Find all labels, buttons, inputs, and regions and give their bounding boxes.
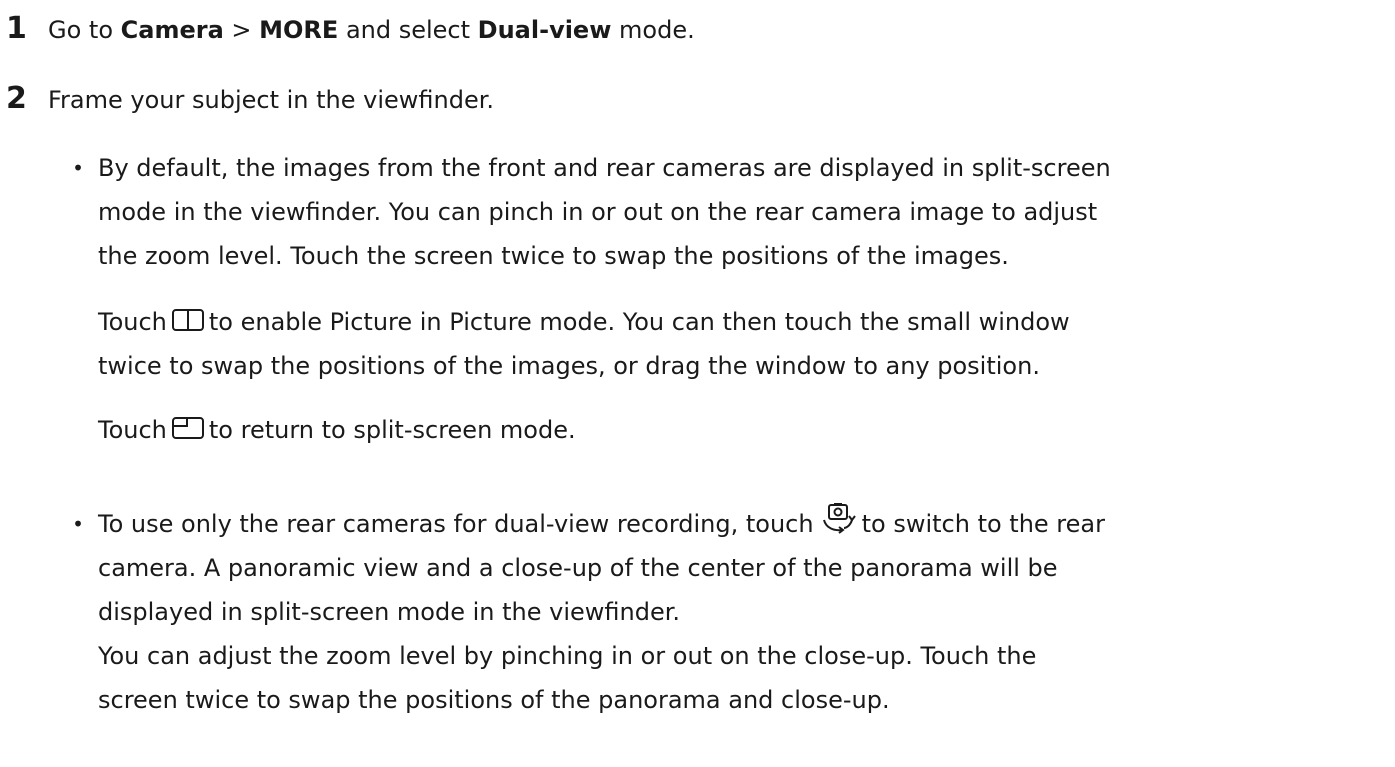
more-label: MORE bbox=[259, 16, 339, 44]
pip-line-1-rest: to enable Picture in Picture mode. You c… bbox=[208, 308, 1070, 336]
bullet-line: the zoom level. Touch the screen twice t… bbox=[98, 242, 1009, 270]
step-1-segment: and select bbox=[338, 16, 478, 44]
bullet-line: displayed in split-screen mode in the vi… bbox=[98, 598, 681, 626]
touch-word: Touch bbox=[98, 308, 167, 336]
step-2: 2 Frame your subject in the viewfinder. bbox=[0, 78, 494, 122]
dual-view-label: Dual-view bbox=[477, 16, 612, 44]
return-split-instruction: Touch to return to split-screen mode. bbox=[98, 408, 1378, 452]
bullet-line: mode in the viewfinder. You can pinch in… bbox=[98, 198, 1098, 226]
touch-word: Touch bbox=[98, 416, 167, 444]
rear-line-prefix: To use only the rear cameras for dual-vi… bbox=[98, 510, 814, 538]
split-screen-icon bbox=[171, 306, 205, 334]
return-line: Touch to return to split-screen mode. bbox=[98, 408, 1378, 452]
rear-line-rest: to switch to the rear bbox=[861, 510, 1105, 538]
pip-line-2: twice to swap the positions of the image… bbox=[98, 352, 1040, 380]
step-1-segment: mode. bbox=[611, 16, 695, 44]
camera-label: Camera bbox=[120, 16, 224, 44]
step-1-segment: > bbox=[223, 16, 260, 44]
bullet-body: By default, the images from the front an… bbox=[98, 146, 1378, 278]
return-line-rest: to return to split-screen mode. bbox=[208, 416, 576, 444]
bullet-line: To use only the rear cameras for dual-vi… bbox=[98, 502, 1378, 546]
step-2-text: Frame your subject in the viewfinder. bbox=[48, 86, 495, 114]
switch-camera-icon bbox=[818, 502, 858, 536]
step-1: 1 Go to Camera > MORE and select Dual-vi… bbox=[0, 8, 695, 52]
pip-line-1: Touch to enable Picture in Picture mode. … bbox=[98, 300, 1378, 344]
bullet-line: screen twice to swap the positions of th… bbox=[98, 686, 890, 714]
step-number: 2 bbox=[6, 81, 27, 116]
bullet-dot: • bbox=[72, 156, 84, 180]
step-1-segment: Go to bbox=[48, 16, 121, 44]
bullet-dot: • bbox=[72, 512, 84, 536]
bullet-line: You can adjust the zoom level by pinchin… bbox=[98, 642, 1037, 670]
picture-in-picture-icon bbox=[171, 414, 205, 442]
bullet-body: To use only the rear cameras for dual-vi… bbox=[98, 502, 1378, 722]
bullet-line: camera. A panoramic view and a close-up … bbox=[98, 554, 1058, 582]
pip-instruction: Touch to enable Picture in Picture mode. … bbox=[98, 300, 1378, 388]
document-page: 1 Go to Camera > MORE and select Dual-vi… bbox=[0, 0, 1395, 767]
step-number: 1 bbox=[6, 11, 27, 46]
step-1-text: Go to Camera > MORE and select Dual-view… bbox=[48, 8, 695, 52]
bullet-line: By default, the images from the front an… bbox=[98, 154, 1111, 182]
